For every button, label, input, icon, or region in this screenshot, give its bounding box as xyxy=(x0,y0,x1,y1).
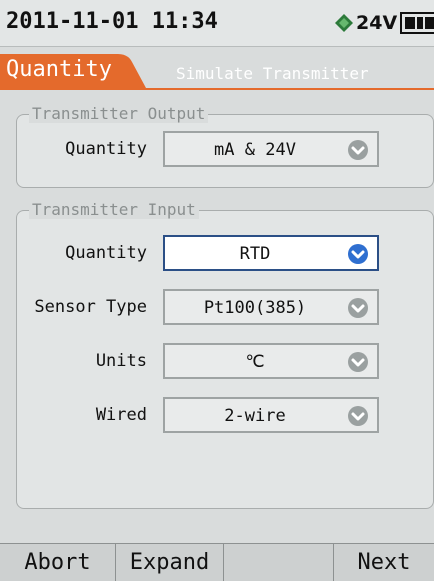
transmitter-input-panel: Transmitter Input Quantity RTD Sensor Ty… xyxy=(16,200,434,509)
chevron-down-icon xyxy=(347,139,369,161)
field-label: Quantity xyxy=(65,243,147,263)
select-value: RTD xyxy=(239,244,271,264)
field-label: Units xyxy=(95,351,147,371)
output-quantity-select[interactable]: mA & 24V xyxy=(163,131,379,167)
field-row: Wired xyxy=(17,397,147,435)
field-label: Wired xyxy=(95,405,147,425)
expand-button[interactable]: Expand xyxy=(116,544,224,581)
units-select[interactable]: ℃ xyxy=(163,343,379,379)
field-row: Quantity xyxy=(17,131,147,169)
wired-select[interactable]: 2-wire xyxy=(163,397,379,433)
tab-underline xyxy=(0,88,434,90)
next-button[interactable]: Next xyxy=(334,544,434,581)
voltage-label: 24V xyxy=(356,12,398,34)
panel-title: Transmitter Output xyxy=(29,104,209,123)
select-value: mA & 24V xyxy=(214,140,296,160)
field-label: Quantity xyxy=(65,139,147,159)
chevron-down-icon xyxy=(347,297,369,319)
tab-quantity[interactable]: Quantity xyxy=(0,54,150,90)
softkey-bar: Abort Expand Next xyxy=(0,543,434,581)
panel-title: Transmitter Input xyxy=(29,200,199,219)
select-value: Pt100(385) xyxy=(203,298,307,318)
chevron-down-icon xyxy=(347,243,369,265)
status-bar: 2011-11-01 11:34 24V xyxy=(0,0,434,47)
input-quantity-select[interactable]: RTD xyxy=(163,235,379,271)
field-row: Units xyxy=(17,343,147,381)
select-value: 2-wire xyxy=(224,406,286,426)
field-row: Quantity xyxy=(17,235,147,273)
tab-simulate-transmitter[interactable]: Simulate Transmitter xyxy=(176,64,369,83)
power-indicator: 24V xyxy=(334,10,434,36)
field-row: Sensor Type xyxy=(17,289,147,327)
chevron-down-icon xyxy=(347,351,369,373)
chevron-down-icon xyxy=(347,405,369,427)
select-value: ℃ xyxy=(245,352,265,372)
blank-softkey[interactable] xyxy=(224,544,334,581)
transmitter-output-panel: Transmitter Output Quantity mA & 24V xyxy=(16,104,434,188)
sensor-type-select[interactable]: Pt100(385) xyxy=(163,289,379,325)
tab-bar: Quantity Simulate Transmitter xyxy=(0,54,434,90)
battery-icon xyxy=(400,11,434,35)
tab-quantity-label: Quantity xyxy=(6,57,112,82)
datetime: 2011-11-01 11:34 xyxy=(6,9,218,34)
plug-icon xyxy=(334,13,354,33)
abort-button[interactable]: Abort xyxy=(0,544,116,581)
field-label: Sensor Type xyxy=(34,297,147,317)
